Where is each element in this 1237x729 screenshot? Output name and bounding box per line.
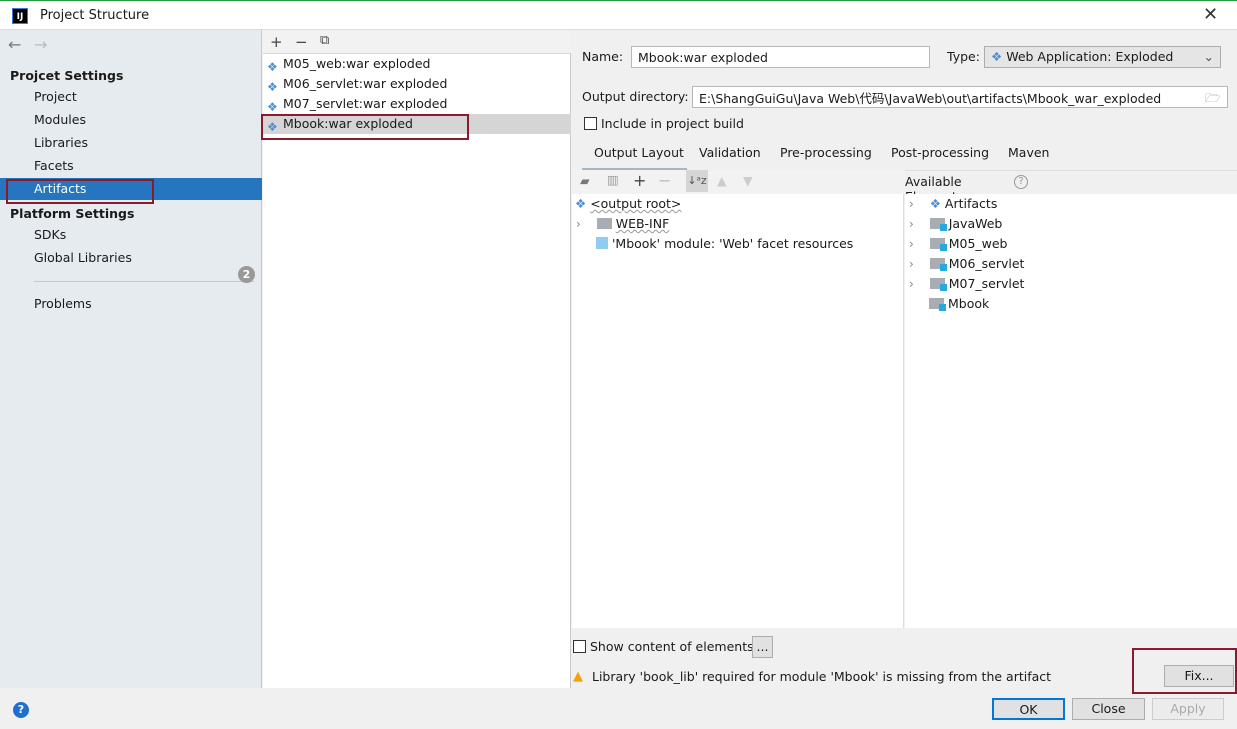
add-element-icon[interactable]: + [633, 171, 646, 190]
remove-element-icon[interactable]: − [658, 171, 671, 190]
highlight-box [261, 114, 469, 140]
list-item[interactable]: ❖ M07_servlet:war exploded [263, 94, 571, 114]
module-folder-icon [929, 218, 947, 231]
available-item-m05-web[interactable]: › M05_web [909, 234, 1008, 254]
sidebar-item-libraries[interactable]: Libraries [0, 132, 262, 154]
tab-post-processing[interactable]: Post-processing [891, 145, 989, 160]
help-icon[interactable]: ? [13, 702, 29, 718]
available-item-mbook[interactable]: Mbook [929, 294, 989, 314]
sidebar-item-facets[interactable]: Facets [0, 155, 262, 177]
output-directory-label: Output directory: [582, 89, 689, 104]
name-input[interactable] [631, 46, 930, 68]
show-content-checkbox[interactable] [573, 640, 586, 653]
sidebar-item-project[interactable]: Project [0, 86, 262, 108]
list-item[interactable]: ❖ M05_web:war exploded [263, 54, 571, 74]
highlight-box [6, 179, 154, 204]
chevron-right-icon[interactable]: › [576, 217, 581, 231]
add-icon[interactable]: + [270, 33, 283, 51]
chevron-right-icon[interactable]: › [909, 237, 914, 251]
forward-arrow-icon[interactable]: → [34, 35, 47, 54]
sidebar-item-global-libraries[interactable]: Global Libraries [0, 247, 262, 269]
type-label: Type: [947, 49, 980, 64]
window-title: Project Structure [40, 8, 150, 23]
available-item-artifacts[interactable]: › ❖ Artifacts [909, 194, 997, 214]
ok-button[interactable]: OK [992, 698, 1065, 720]
artifacts-list: ❖ M05_web:war exploded ❖ M06_servlet:war e… [263, 54, 571, 688]
project-settings-heading: Projcet Settings [10, 68, 124, 83]
sort-alpha-icon[interactable]: ↓ᵃz [686, 170, 708, 192]
tab-validation[interactable]: Validation [699, 145, 761, 160]
tree-item-web-inf[interactable]: › WEB-INF [576, 214, 669, 234]
chevron-right-icon[interactable]: › [909, 277, 914, 291]
move-up-icon[interactable]: ▲ [717, 173, 727, 188]
platform-settings-heading: Platform Settings [10, 206, 135, 221]
module-folder-icon [929, 258, 947, 271]
output-layout-tree: ❖ <output root> › WEB-INF 'Mbook' module… [572, 194, 904, 628]
available-item-m06-servlet[interactable]: › M06_servlet [909, 254, 1024, 274]
name-label: Name: [582, 49, 624, 64]
tree-item-facet-resources[interactable]: 'Mbook' module: 'Web' facet resources [596, 234, 853, 254]
output-directory-input[interactable] [692, 86, 1228, 108]
sidebar-item-sdks[interactable]: SDKs [0, 224, 262, 246]
close-window-icon[interactable]: ✕ [1203, 4, 1218, 25]
chevron-right-icon[interactable]: › [909, 217, 914, 231]
sidebar-item-modules[interactable]: Modules [0, 109, 262, 131]
archive-icon[interactable]: ▥ [607, 172, 619, 187]
tab-maven[interactable]: Maven [1008, 145, 1049, 160]
move-down-icon[interactable]: ▼ [743, 173, 753, 188]
help-icon[interactable]: ? [1014, 175, 1028, 189]
include-in-build-label: Include in project build [601, 116, 744, 131]
problems-count-badge: 2 [238, 266, 255, 283]
back-arrow-icon[interactable]: ← [8, 35, 21, 54]
chevron-down-icon: ⌄ [1203, 49, 1214, 64]
warning-icon: ▲ [573, 669, 583, 684]
remove-icon[interactable]: − [295, 33, 308, 51]
ellipsis-button[interactable]: ... [752, 636, 773, 658]
warning-message: Library 'book_lib' required for module '… [592, 669, 1052, 684]
show-content-label: Show content of elements [590, 639, 754, 654]
list-item[interactable]: ❖ M06_servlet:war exploded [263, 74, 571, 94]
available-item-javaweb[interactable]: › JavaWeb [909, 214, 1002, 234]
title-bar: IJ Project Structure ✕ [0, 0, 1237, 30]
artifact-icon: ❖ [929, 196, 941, 211]
intellij-logo-icon: IJ [12, 8, 28, 24]
folder-icon [596, 218, 612, 229]
divider [34, 281, 254, 282]
tree-item-output-root[interactable]: ❖ <output root> [575, 194, 681, 214]
available-elements-tree: › ❖ Artifacts › JavaWeb › M05_web › M06_… [905, 194, 1237, 628]
highlight-box [1132, 648, 1237, 694]
artifact-icon: ❖ [575, 196, 591, 211]
module-folder-icon [929, 298, 946, 311]
web-artifact-icon: ❖ [991, 49, 1007, 64]
module-folder-icon [929, 278, 947, 291]
web-resources-icon [596, 237, 608, 249]
close-button[interactable]: Close [1072, 698, 1145, 720]
type-select[interactable]: ❖ Web Application: Exploded ⌄ [984, 46, 1221, 68]
artifacts-toolbar: + − ⧉ [263, 30, 571, 54]
tab-pre-processing[interactable]: Pre-processing [780, 145, 872, 160]
folder-browse-icon[interactable]: 🗁 [1205, 89, 1221, 110]
new-folder-icon[interactable]: ▰ [580, 173, 590, 188]
chevron-right-icon[interactable]: › [909, 197, 914, 211]
chevron-right-icon[interactable]: › [909, 257, 914, 271]
sidebar: ← → Projcet Settings Project Modules Lib… [0, 30, 262, 688]
sidebar-item-problems[interactable]: Problems [0, 293, 262, 315]
include-in-build-checkbox[interactable] [584, 117, 597, 130]
available-item-m07-servlet[interactable]: › M07_servlet [909, 274, 1024, 294]
copy-icon[interactable]: ⧉ [320, 33, 329, 48]
module-folder-icon [929, 238, 947, 251]
layout-toolbar: ▰ ▥ + − ↓ᵃz ▲ ▼ Available Elements ? [572, 170, 1028, 204]
apply-button[interactable]: Apply [1152, 698, 1224, 720]
tab-output-layout[interactable]: Output Layout [594, 145, 684, 160]
